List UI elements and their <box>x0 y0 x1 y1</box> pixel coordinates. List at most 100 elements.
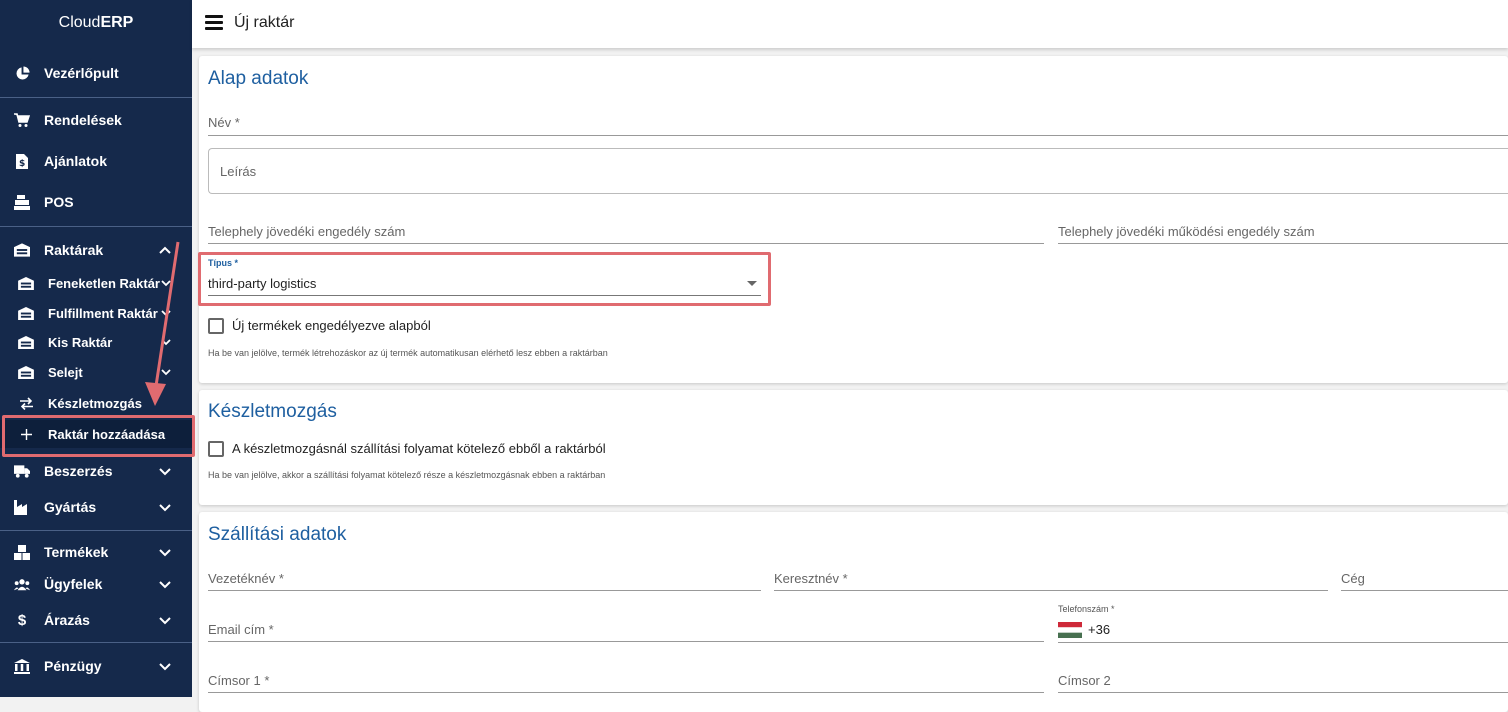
field-underline <box>1341 590 1508 591</box>
chevron-down-icon <box>159 581 171 589</box>
sidebar-item-pos[interactable]: POS <box>0 184 192 220</box>
sidebar-item-quotes[interactable]: $ Ajánlatok <box>0 143 192 179</box>
truck-icon <box>14 463 30 479</box>
lastname-field[interactable]: Vezetéknév * <box>208 571 761 592</box>
address2-label: Címsor 2 <box>1058 673 1111 688</box>
svg-text:$: $ <box>19 159 25 169</box>
chevron-down-icon <box>161 369 171 376</box>
phone-field[interactable]: Telefonszám * +36 <box>1058 604 1508 643</box>
stock-movement-card: Készletmozgás A készletmozgásnál szállít… <box>199 390 1508 505</box>
new-products-checkbox[interactable] <box>208 318 224 334</box>
menu-icon[interactable] <box>205 15 223 31</box>
sidebar-item-label: Vezérlőpult <box>44 65 119 81</box>
sidebar-divider <box>0 642 192 643</box>
sidebar-item-pricing[interactable]: $ Árazás <box>0 602 192 638</box>
highlight-type-box <box>198 252 771 306</box>
field-underline <box>774 590 1328 591</box>
sidebar-item-label: Raktárak <box>44 242 104 258</box>
sidebar-subitem-warehouse-4[interactable]: Selejt <box>0 358 192 386</box>
chevron-down-icon <box>159 617 171 625</box>
field-underline <box>1058 243 1508 244</box>
warehouse-icon <box>18 365 34 379</box>
description-label: Leírás <box>220 164 257 179</box>
hungary-flag-icon[interactable] <box>1058 622 1082 638</box>
new-products-label: Új termékek engedélyezve alapból <box>232 318 431 333</box>
users-icon <box>14 576 30 592</box>
sidebar-subitem-label: Fulfillment Raktár <box>48 305 158 321</box>
sidebar-item-warehouses[interactable]: Raktárak <box>0 232 192 268</box>
sidebar: CloudERP Vezérlőpult Rendelések $ Ajánla… <box>0 0 192 697</box>
swap-arrows-icon <box>18 396 34 410</box>
sidebar-subitem-warehouse-3[interactable]: Kis Raktár <box>0 328 192 356</box>
lastname-label: Vezetéknév * <box>208 571 284 586</box>
chevron-down-icon <box>159 663 171 671</box>
field-underline <box>208 243 1044 244</box>
sidebar-item-label: Ügyfelek <box>44 576 103 592</box>
sidebar-item-finance[interactable]: Pénzügy <box>0 648 192 684</box>
sidebar-divider <box>0 226 192 227</box>
field-underline <box>208 135 1508 136</box>
field-underline <box>208 641 1044 642</box>
email-field[interactable]: Email cím * <box>208 622 1044 643</box>
sidebar-subitem-warehouse-2[interactable]: Fulfillment Raktár <box>0 299 192 327</box>
sidebar-item-dashboard[interactable]: Vezérlőpult <box>0 55 192 91</box>
address2-field[interactable]: Címsor 2 <box>1058 673 1508 694</box>
chevron-down-icon <box>161 310 171 317</box>
sidebar-subitem-stock-movement[interactable]: Készletmozgás <box>0 389 192 417</box>
shipping-required-label: A készletmozgásnál szállítási folyamat k… <box>232 441 606 456</box>
boxes-icon <box>14 544 30 560</box>
excise-operating-label: Telephely jövedéki működési engedély szá… <box>1058 224 1315 239</box>
field-underline <box>1058 692 1508 693</box>
field-underline <box>208 692 1044 693</box>
chevron-down-icon <box>159 549 171 557</box>
shipping-data-card: Szállítási adatok Vezetéknév * Keresztné… <box>199 512 1508 712</box>
address1-field[interactable]: Címsor 1 * <box>208 673 1044 694</box>
brand-logo[interactable]: CloudERP <box>0 14 192 32</box>
shipping-required-checkbox[interactable] <box>208 441 224 457</box>
sidebar-divider <box>0 530 192 531</box>
sidebar-item-label: Gyártás <box>44 499 97 515</box>
chevron-down-icon <box>159 504 171 512</box>
sidebar-item-products[interactable]: Termékek <box>0 534 192 570</box>
sidebar-divider <box>0 97 192 98</box>
cart-icon <box>14 112 30 128</box>
description-textarea[interactable]: Leírás <box>208 148 1508 194</box>
section-title: Alap adatok <box>208 68 309 89</box>
sidebar-item-procurement[interactable]: Beszerzés <box>0 453 192 489</box>
sidebar-subitem-label: Kis Raktár <box>48 334 113 350</box>
invoice-icon: $ <box>14 153 30 169</box>
sidebar-item-manufacturing[interactable]: Gyártás <box>0 489 192 525</box>
shipping-required-hint: Ha be van jelölve, akkor a szállítási fo… <box>208 470 606 480</box>
sidebar-item-label: Beszerzés <box>44 463 113 479</box>
basic-data-card: Alap adatok Név * Leírás Telephely jöved… <box>199 56 1508 383</box>
bank-icon <box>14 658 30 674</box>
warehouse-icon <box>18 276 34 290</box>
new-products-hint: Ha be van jelölve, termék létrehozáskor … <box>208 348 608 358</box>
firstname-field[interactable]: Keresztnév * <box>774 571 1328 592</box>
excise-operating-field[interactable]: Telephely jövedéki működési engedély szá… <box>1058 223 1508 244</box>
excise-license-field[interactable]: Telephely jövedéki engedély szám <box>208 223 1044 244</box>
company-field[interactable]: Cég <box>1341 571 1508 592</box>
sidebar-subitem-label: Selejt <box>48 364 83 380</box>
cash-register-icon <box>14 194 30 210</box>
sidebar-item-orders[interactable]: Rendelések <box>0 102 192 138</box>
sidebar-item-customers[interactable]: Ügyfelek <box>0 566 192 602</box>
sidebar-subitem-warehouse-1[interactable]: Feneketlen Raktár <box>0 269 192 297</box>
sidebar-item-label: Pénzügy <box>44 658 102 674</box>
email-label: Email cím * <box>208 622 274 637</box>
sidebar-item-label: POS <box>44 194 74 210</box>
field-underline <box>1058 642 1508 643</box>
sidebar-subitem-label: Feneketlen Raktár <box>48 275 160 291</box>
page-title: Új raktár <box>234 14 295 31</box>
chevron-down-icon <box>159 468 171 476</box>
phone-label: Telefonszám * <box>1058 604 1115 614</box>
field-underline <box>208 590 761 591</box>
section-title: Készletmozgás <box>208 401 337 422</box>
pie-chart-icon <box>14 65 30 81</box>
warehouse-icon <box>14 242 30 258</box>
company-label: Cég <box>1341 571 1365 586</box>
chevron-down-icon <box>161 280 171 287</box>
name-field[interactable]: Név * <box>208 114 1508 136</box>
dollar-icon: $ <box>17 611 27 629</box>
sidebar-item-label: Ajánlatok <box>44 153 108 169</box>
